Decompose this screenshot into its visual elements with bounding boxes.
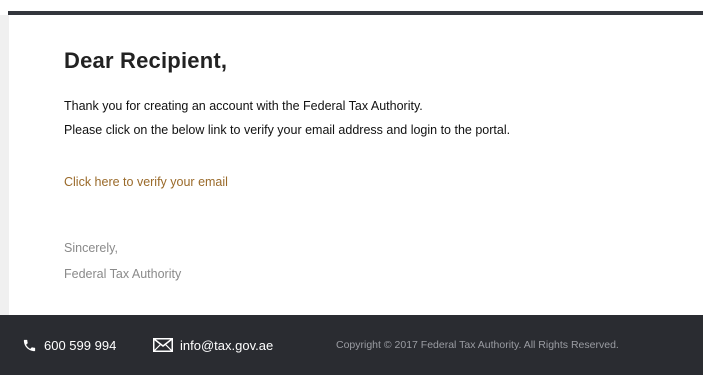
signoff-closing: Sincerely, bbox=[64, 241, 118, 255]
greeting-heading: Dear Recipient, bbox=[64, 48, 228, 73]
phone-icon bbox=[22, 338, 37, 353]
footer-copyright: Copyright © 2017 Federal Tax Authority. … bbox=[336, 315, 619, 375]
left-gutter bbox=[0, 15, 9, 315]
email-view: Dear Recipient, Thank you for creating a… bbox=[0, 0, 703, 375]
signoff-sender: Federal Tax Authority bbox=[64, 267, 182, 281]
footer-phone: 600 599 994 bbox=[22, 315, 116, 375]
phone-number: 600 599 994 bbox=[44, 337, 117, 353]
body-line-account: Thank you for creating an account with t… bbox=[64, 99, 423, 113]
envelope-icon bbox=[153, 338, 173, 352]
top-bar bbox=[0, 0, 703, 15]
copyright-text: Copyright © 2017 Federal Tax Authority. … bbox=[336, 339, 619, 351]
email-address-link[interactable]: info@tax.gov.ae bbox=[180, 338, 273, 353]
email-body: Dear Recipient, Thank you for creating a… bbox=[9, 15, 703, 315]
footer-email: info@tax.gov.ae bbox=[153, 315, 273, 375]
body-line-instructions: Please click on the below link to verify… bbox=[64, 123, 511, 137]
footer: 600 599 994 info@tax.gov.ae Copyright © … bbox=[0, 315, 703, 375]
verify-email-link[interactable]: Click here to verify your email bbox=[64, 175, 228, 189]
